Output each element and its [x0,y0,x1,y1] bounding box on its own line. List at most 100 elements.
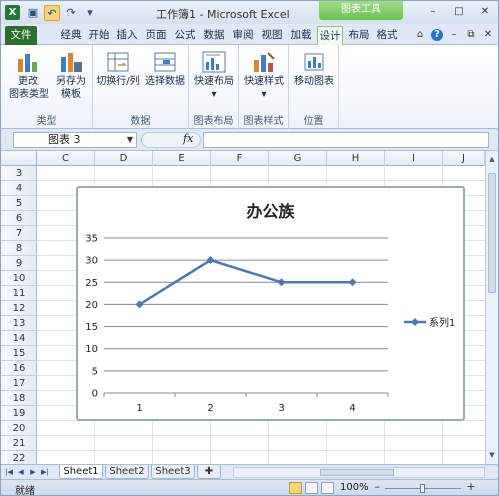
qat-dropdown-icon[interactable]: ▾ [82,5,98,21]
zoom-slider-knob[interactable] [420,484,425,493]
column-header-d[interactable]: D [95,151,153,166]
row-header[interactable]: 9 [1,256,37,271]
first-sheet-icon[interactable]: |◀ [4,467,14,478]
row-header[interactable]: 7 [1,226,37,241]
tab-view[interactable]: 视图 [260,26,284,45]
row-header[interactable]: 6 [1,211,37,226]
ribbon-collapse-icon[interactable]: ⌂ [414,29,426,41]
row-header[interactable]: 11 [1,286,37,301]
redo-icon[interactable]: ↷ [63,5,79,21]
quick-layout-button[interactable]: 快速布局 ▾ [192,51,236,101]
page-layout-view-icon[interactable] [305,482,318,494]
row-header[interactable]: 17 [1,376,37,391]
quick-styles-button[interactable]: 快速样式 ▾ [242,51,286,101]
tab-data[interactable]: 数据 [202,26,226,45]
row-header[interactable]: 10 [1,271,37,286]
row-header[interactable]: 22 [1,451,37,464]
switch-row-column-button[interactable]: 切换行/列 [95,51,141,88]
tab-addins[interactable]: 加载 [289,26,313,45]
row-header[interactable]: 18 [1,391,37,406]
maximize-icon[interactable]: □ [452,6,466,18]
normal-view-icon[interactable] [289,482,302,494]
column-header-f[interactable]: F [211,151,269,166]
row-header[interactable]: 13 [1,316,37,331]
column-header-i[interactable]: I [385,151,443,166]
row-header[interactable]: 21 [1,436,37,451]
zoom-level[interactable]: 100% [340,482,369,493]
sheet-tab-2[interactable]: Sheet2 [105,465,149,479]
row-header[interactable]: 19 [1,406,37,421]
row-header[interactable]: 14 [1,331,37,346]
insert-sheet-icon[interactable]: ✚ [197,465,221,479]
tab-classic[interactable]: 经典 [59,26,83,45]
name-box-dropdown-icon[interactable]: ▼ [127,133,133,147]
row-header[interactable]: 16 [1,361,37,376]
column-header-h[interactable]: H [327,151,385,166]
zoom-out-icon[interactable]: – [371,481,383,493]
scroll-up-icon[interactable]: ▲ [486,153,498,165]
sheet-tab-3[interactable]: Sheet3 [151,465,195,479]
help-icon[interactable]: ? [431,29,443,41]
save-as-template-button[interactable]: 另存为 模板 [53,51,89,101]
tab-insert[interactable]: 插入 [115,26,139,45]
tab-page[interactable]: 页面 [144,26,168,45]
last-sheet-icon[interactable]: ▶| [40,467,50,478]
ribbon-controls: ⌂ ? – ⧉ ✕ [414,29,494,41]
tab-home[interactable]: 开始 [87,26,111,45]
grid-row-line [37,450,485,451]
excel-app-icon[interactable]: X [5,5,20,20]
vertical-scrollbar[interactable]: ▲ ▼ [485,151,498,464]
row-header[interactable]: 3 [1,166,37,181]
row-header[interactable]: 20 [1,421,37,436]
status-text: 就绪 [15,486,35,496]
quick-access-toolbar: ▣ ↶ ↷ ▾ [25,5,98,21]
row-header[interactable]: 5 [1,196,37,211]
select-data-button[interactable]: 选择数据 [143,51,187,88]
zoom-in-icon[interactable]: + [465,481,477,493]
next-sheet-icon[interactable]: ▶ [28,467,38,478]
row-header[interactable]: 12 [1,301,37,316]
close-icon[interactable]: ✕ [478,6,492,18]
column-header-c[interactable]: C [37,151,95,166]
move-chart-button[interactable]: 移动图表 [292,51,336,88]
select-all-corner[interactable] [1,151,37,166]
row-header[interactable]: 8 [1,241,37,256]
tab-file[interactable]: 文件 [5,26,37,45]
tab-review[interactable]: 审阅 [231,26,255,45]
minimize-icon[interactable]: – [426,6,440,18]
undo-icon[interactable]: ↶ [44,5,60,21]
insert-function-button[interactable]: fx [183,132,193,145]
doc-restore-icon[interactable]: ⧉ [465,29,477,41]
row-header[interactable]: 15 [1,346,37,361]
horizontal-scrollbar[interactable] [233,467,485,478]
doc-close-icon[interactable]: ✕ [482,29,494,41]
group-label-chart-styles: 图表样式 [243,116,284,127]
row-header[interactable]: 4 [1,181,37,196]
chart-object[interactable]: 办公族 0 5 10 15 20 25 30 35 1 2 3 4 系列1 [76,186,465,421]
column-headers: C D E F G H I J [1,151,485,166]
column-header-j[interactable]: J [443,151,485,166]
column-header-e[interactable]: E [153,151,211,166]
legend-label: 系列1 [429,316,455,329]
change-chart-type-button[interactable]: 更改 图表类型 [9,51,49,101]
column-header-g[interactable]: G [269,151,327,166]
doc-minimize-icon[interactable]: – [448,29,460,41]
save-template-icon [59,51,83,73]
change-chart-type-icon [16,51,40,73]
window-title: 工作簿1 - Microsoft Excel [156,8,290,21]
row-headers: 34567891011121314151617181920212223 [1,166,37,464]
formula-input[interactable] [203,132,489,148]
vertical-scroll-thumb[interactable] [488,173,496,293]
tab-design[interactable]: 设计 [317,26,343,45]
save-icon[interactable]: ▣ [25,5,41,21]
group-label-location: 位置 [303,116,324,127]
tab-layout[interactable]: 布局 [347,26,371,45]
tab-format[interactable]: 格式 [375,26,399,45]
name-box[interactable]: 图表 3 ▼ [13,132,137,148]
scroll-down-icon[interactable]: ▼ [486,449,498,461]
sheet-tab-1[interactable]: Sheet1 [59,465,103,479]
page-break-view-icon[interactable] [321,482,334,494]
tab-formulas[interactable]: 公式 [173,26,197,45]
prev-sheet-icon[interactable]: ◀ [16,467,26,478]
horizontal-scroll-thumb[interactable] [320,469,394,476]
